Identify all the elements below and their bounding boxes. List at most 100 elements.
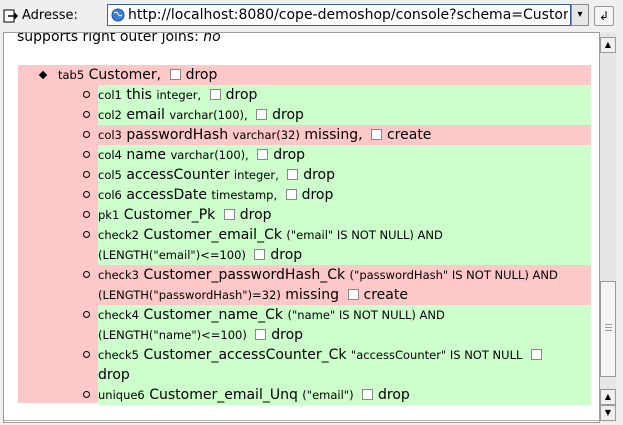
- row-action: drop: [301, 187, 334, 203]
- location-go-icon: [3, 9, 19, 23]
- row-name: name: [126, 147, 167, 163]
- scroll-down-button[interactable]: ▼: [600, 405, 616, 421]
- table-block-customer: tab5 Customer, drop col1 this integer, d…: [18, 65, 591, 405]
- unique-checkbox[interactable]: [362, 389, 374, 400]
- row-checkbox[interactable]: [223, 209, 235, 220]
- page-content: supports right outer joins: no tab5 Cust…: [3, 32, 600, 423]
- scroll-up-button-lower[interactable]: ▲: [600, 389, 616, 405]
- bullet-circle-icon: [83, 131, 90, 138]
- url-text: http://localhost:8080/cope-demoshop/cons…: [128, 7, 568, 23]
- check-name: Customer_accessCounter_Ck: [143, 347, 347, 363]
- grip-line: [605, 330, 612, 331]
- check-condition: ("name" IS NOT NULL) AND: [287, 308, 445, 322]
- row-checkbox[interactable]: [256, 109, 268, 120]
- bullet-circle-icon: [83, 111, 90, 118]
- check-action: drop: [270, 247, 303, 263]
- row-id: pk1: [98, 208, 120, 222]
- row-action: drop: [272, 107, 304, 123]
- support-text: supports right outer joins:: [17, 32, 199, 45]
- row-checkbox[interactable]: [287, 169, 299, 180]
- list-item: col2 email varchar(100), drop: [83, 105, 591, 125]
- location-toolbar: Adresse: http://localhost:8080/cope-demo…: [0, 0, 623, 32]
- check-id: check2: [98, 228, 139, 242]
- grip-line: [605, 327, 612, 328]
- unique-id: unique6: [98, 388, 145, 402]
- vertical-scrollbar[interactable]: ▲ ▲ ▼: [600, 33, 616, 422]
- row-action: drop: [273, 147, 306, 163]
- row-checkbox[interactable]: [285, 189, 297, 200]
- check-condition: (LENGTH("email")<=100): [98, 248, 246, 262]
- bullet-circle-icon: [83, 171, 90, 178]
- row-id: col3: [98, 128, 122, 142]
- scroll-up-button[interactable]: ▲: [600, 37, 616, 53]
- list-item: col6 accessDate timestamp, drop: [83, 185, 591, 205]
- row-name: email: [126, 107, 165, 123]
- support-info: supports right outer joins: no: [17, 32, 221, 45]
- bullet-circle-icon: [83, 231, 90, 238]
- check-action: drop: [98, 367, 130, 383]
- scroll-thumb[interactable]: [600, 281, 616, 377]
- bullet-circle-icon: [83, 391, 90, 398]
- row-name: Customer_Pk: [123, 207, 216, 223]
- check-id: check3: [98, 268, 139, 282]
- check-name: Customer_name_Ck: [143, 307, 284, 323]
- row-id: col5: [98, 168, 122, 182]
- check-status: missing: [285, 287, 340, 303]
- check-checkbox[interactable]: [255, 329, 267, 340]
- row-name: accessDate: [126, 187, 207, 203]
- row-type: varchar(100),: [170, 148, 249, 162]
- list-item: check2 Customer_email_Ck ("email" IS NOT…: [83, 225, 591, 265]
- list-item: check5 Customer_accessCounter_Ck "access…: [83, 345, 591, 385]
- row-action: drop: [239, 207, 272, 223]
- check-checkbox[interactable]: [530, 349, 542, 360]
- list-item: unique6 Customer_email_Unq ("email") dro…: [83, 385, 591, 405]
- row-type: varchar(100),: [169, 108, 248, 122]
- row-type: integer,: [233, 168, 279, 182]
- bullet-circle-icon: [83, 271, 90, 278]
- table-header: tab5 Customer, drop: [58, 65, 217, 85]
- list-item: col5 accessCounter integer, drop: [83, 165, 591, 185]
- check-condition: ("passwordHash" IS NOT NULL) AND: [349, 268, 558, 282]
- table-drop-checkbox[interactable]: [169, 69, 181, 80]
- row-checkbox[interactable]: [370, 129, 382, 140]
- list-item: check4 Customer_name_Ck ("name" IS NOT N…: [83, 305, 591, 345]
- address-dropdown-button[interactable]: ▾: [571, 4, 589, 26]
- row-id: col1: [98, 88, 122, 102]
- row-checkbox[interactable]: [209, 89, 221, 100]
- support-value: no: [203, 32, 221, 45]
- bullet-circle-icon: [83, 91, 90, 98]
- row-id: col2: [98, 108, 122, 122]
- list-item: col4 name varchar(100), drop: [83, 145, 591, 165]
- grip-line: [605, 324, 612, 325]
- unique-name: Customer_email_Unq: [149, 387, 298, 403]
- check-id: check4: [98, 308, 139, 322]
- check-name: Customer_passwordHash_Ck: [143, 267, 346, 283]
- row-status: missing,: [304, 127, 363, 143]
- check-checkbox[interactable]: [347, 289, 359, 300]
- check-condition: "accessCounter" IS NOT NULL: [350, 348, 523, 362]
- go-button[interactable]: ↲: [594, 6, 614, 26]
- address-input[interactable]: http://localhost:8080/cope-demoshop/cons…: [107, 4, 571, 26]
- unique-condition: ("email"): [302, 388, 354, 402]
- bullet-circle-icon: [83, 351, 90, 358]
- list-item: check3 Customer_passwordHash_Ck ("passwo…: [83, 265, 591, 305]
- row-name: accessCounter: [126, 167, 230, 183]
- table-name: Customer,: [88, 67, 162, 83]
- row-checkbox[interactable]: [257, 149, 269, 160]
- row-type: timestamp,: [211, 188, 278, 202]
- row-action: drop: [303, 167, 335, 183]
- table-action-label: drop: [185, 67, 218, 83]
- row-name: this: [126, 87, 152, 103]
- unique-action: drop: [378, 387, 410, 403]
- bullet-circle-icon: [83, 191, 90, 198]
- check-checkbox[interactable]: [254, 249, 266, 260]
- bullet-disc-icon: [38, 70, 48, 80]
- row-action: drop: [225, 87, 258, 103]
- check-action: create: [363, 287, 408, 303]
- check-id: check5: [98, 348, 139, 362]
- check-condition: (LENGTH("passwordHash")=32): [98, 288, 281, 302]
- row-action: create: [386, 127, 432, 143]
- globe-icon: [111, 8, 125, 22]
- divider: [4, 420, 599, 421]
- bullet-circle-icon: [83, 311, 90, 318]
